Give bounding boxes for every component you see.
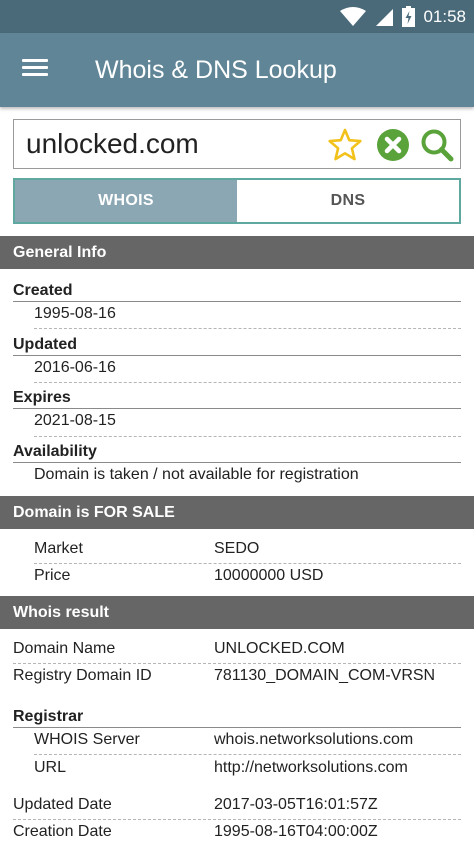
domain-name-value: UNLOCKED.COM — [214, 640, 345, 657]
expires-value: 2021-08-15 — [34, 412, 116, 429]
menu-icon — [22, 59, 48, 62]
availability-label: Availability — [13, 443, 97, 460]
updated-date-value: 2017-03-05T16:01:57Z — [214, 796, 378, 813]
updated-value: 2016-06-16 — [34, 359, 116, 376]
registry-domain-id-value: 781130_DOMAIN_COM-VRSN — [214, 667, 436, 684]
battery-icon — [402, 6, 416, 27]
whois-result-header: Whois result — [0, 596, 474, 629]
created-value: 1995-08-16 — [34, 305, 116, 322]
registry-domain-id-label: Registry Domain ID — [13, 667, 152, 684]
clear-icon — [377, 129, 409, 161]
search-box — [13, 119, 461, 169]
market-label: Market — [34, 540, 83, 557]
created-label: Created — [13, 282, 73, 299]
price-label: Price — [34, 567, 71, 584]
updated-date-label: Updated Date — [13, 796, 112, 813]
expires-label: Expires — [13, 389, 71, 406]
market-value: SEDO — [214, 540, 260, 557]
domain-input[interactable] — [26, 120, 326, 168]
status-time: 01:58 — [423, 6, 466, 26]
whois-server-label: WHOIS Server — [34, 731, 140, 748]
url-label: URL — [34, 759, 67, 776]
price-value: 10000000 USD — [214, 567, 324, 584]
app-title: Whois & DNS Lookup — [95, 56, 337, 84]
signal-icon — [376, 8, 394, 26]
for-sale-header: Domain is FOR SALE — [0, 496, 474, 529]
registrar-label: Registrar — [13, 708, 84, 725]
app-bar: Whois & DNS Lookup — [0, 33, 474, 107]
search-button[interactable] — [419, 127, 455, 163]
status-bar: 01:58 — [0, 0, 474, 33]
general-info-header: General Info — [0, 236, 474, 269]
status-icons: 01:58 — [340, 0, 466, 33]
star-icon — [328, 128, 362, 161]
creation-date-label: Creation Date — [13, 823, 112, 840]
menu-button[interactable] — [22, 55, 52, 85]
wifi-icon — [340, 6, 367, 26]
favorite-button[interactable] — [327, 127, 363, 163]
tab-bar: WHOIS DNS — [13, 178, 461, 224]
availability-value: Domain is taken / not available for regi… — [34, 466, 359, 483]
clear-button[interactable] — [375, 127, 411, 163]
creation-date-value: 1995-08-16T04:00:00Z — [214, 823, 378, 840]
url-value: http://networksolutions.com — [214, 759, 408, 776]
whois-server-value: whois.networksolutions.com — [214, 731, 414, 748]
domain-name-label: Domain Name — [13, 640, 116, 657]
tab-whois[interactable]: WHOIS — [15, 180, 237, 222]
updated-label: Updated — [13, 336, 77, 353]
search-icon — [421, 129, 454, 162]
tab-dns[interactable]: DNS — [237, 180, 459, 222]
